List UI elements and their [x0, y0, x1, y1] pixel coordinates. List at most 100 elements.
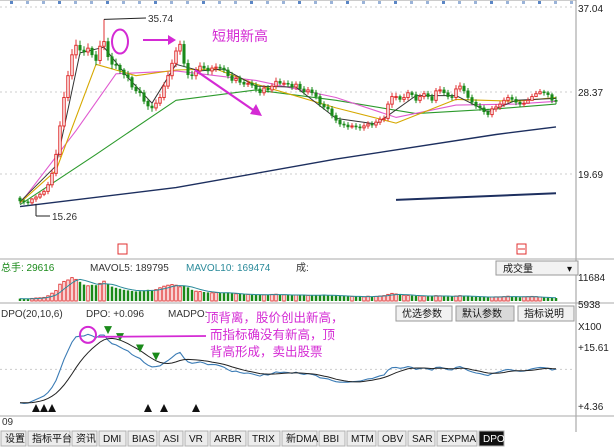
toolbar-marker	[282, 1, 285, 4]
tab-obv[interactable]: OBV	[377, 430, 407, 447]
dpo-button-1[interactable]: 默认参数	[455, 305, 515, 322]
volume-bar	[462, 295, 466, 301]
toolbar-marker	[10, 1, 13, 4]
candle-body	[258, 88, 262, 94]
toolbar-marker	[250, 1, 253, 4]
candle-body	[166, 75, 170, 87]
candle-body	[522, 102, 526, 105]
candle-body	[294, 83, 298, 88]
candle-body	[554, 100, 558, 102]
candle-body	[478, 105, 482, 109]
candle-body	[70, 54, 74, 77]
tab-trix[interactable]: TRIX	[247, 430, 281, 447]
high-circle-annotation	[111, 28, 129, 55]
volume-bar	[410, 295, 414, 301]
dpo-value-label: DPO: +0.096	[86, 309, 145, 320]
volume-bar	[454, 295, 458, 302]
tab-设置[interactable]: 设置	[0, 430, 27, 447]
volume-bar	[154, 289, 158, 302]
volume-bar	[150, 290, 154, 301]
volume-bar	[174, 284, 178, 302]
toolbar-marker	[426, 1, 429, 4]
volume-bar	[70, 277, 74, 302]
candle-body	[346, 124, 350, 128]
tab-label: MTM	[351, 434, 374, 445]
candle-body	[434, 90, 438, 101]
volume-dropdown[interactable]: 成交量 ▾	[495, 260, 579, 276]
toolbar-marker	[74, 1, 77, 4]
candle-body	[402, 96, 406, 100]
tab-mtm[interactable]: MTM	[346, 430, 377, 447]
toolbar-marker	[298, 1, 301, 4]
tab-label: 设置	[5, 433, 25, 445]
price-tick-label: 37.04	[578, 4, 603, 15]
volume-bar	[122, 289, 126, 301]
tab-dmi[interactable]: DMI	[98, 430, 127, 447]
candle-body	[506, 96, 510, 101]
tab-资讯[interactable]: 资讯	[71, 430, 98, 447]
tab-asi[interactable]: ASI	[158, 430, 184, 447]
candle-body	[322, 103, 326, 108]
volume-bar	[478, 297, 482, 301]
candle-body	[446, 92, 450, 97]
candle-body	[162, 85, 166, 98]
dpo-button-group: 优选参数 默认参数 指标说明	[395, 305, 575, 322]
candle-body	[450, 96, 454, 98]
volume-bar	[522, 296, 526, 302]
dpo-button-2[interactable]: 指标说明	[517, 305, 575, 322]
tab-label: EXPMA	[441, 434, 476, 445]
volume-bar	[418, 295, 422, 302]
dpo-button-0[interactable]: 优选参数	[395, 305, 453, 322]
candle-body	[474, 101, 478, 107]
candle-body	[394, 96, 398, 99]
volume-bar	[378, 295, 382, 302]
tab-arbr[interactable]: ARBR	[209, 430, 247, 447]
candle-body	[226, 69, 230, 76]
tab-expma[interactable]: EXPMA	[436, 430, 478, 447]
divergence-annotation-line: 顶背离，股价创出新高，	[206, 310, 344, 325]
toolbar-marker	[202, 1, 205, 4]
candle-body	[246, 82, 250, 85]
annotation-arrow-head	[168, 35, 176, 45]
volume-bar	[278, 294, 282, 301]
tab-bbi[interactable]: BBI	[318, 430, 346, 447]
volume-bar	[282, 294, 286, 302]
divergence-annotation: 顶背离，股价创出新高， 而指标确没有新高，顶背高形成，卖出股票	[206, 310, 344, 359]
event-marker	[117, 243, 128, 255]
tab-label: DMI	[103, 434, 121, 445]
toolbar-marker	[138, 1, 141, 4]
tab-bias[interactable]: BIAS	[127, 430, 158, 447]
tab-sar[interactable]: SAR	[407, 430, 436, 447]
candle-body	[242, 82, 246, 85]
tab-指标平台[interactable]: 指标平台	[27, 430, 72, 447]
toolbar-marker	[26, 1, 29, 4]
candle-body	[58, 125, 62, 155]
dpo-button-label: 指标说明	[524, 307, 564, 320]
price-tick-label: 28.37	[578, 88, 603, 99]
volume-bar	[178, 286, 182, 302]
tab-新dma[interactable]: 新DMA	[281, 430, 319, 447]
buy-arrow-icon	[192, 404, 200, 412]
candle-body	[326, 106, 330, 110]
volume-tick-label: 11684	[578, 273, 606, 284]
tab-vr[interactable]: VR	[184, 430, 209, 447]
toolbar-marker	[570, 1, 573, 4]
candle-body	[154, 102, 158, 109]
candle-body	[106, 41, 110, 58]
toolbar-marker	[410, 1, 413, 4]
candle-body	[390, 96, 394, 105]
mavol10-label: MAVOL10: 169474	[186, 263, 271, 274]
volume-bar	[370, 296, 374, 301]
volume-bar	[250, 294, 254, 301]
buy-arrow-icon	[48, 404, 56, 412]
candle-body	[26, 201, 30, 204]
candle-body	[334, 115, 338, 121]
volume-bar	[470, 296, 474, 301]
dpo-annotation-arrow	[97, 335, 207, 338]
candle-body	[342, 123, 346, 126]
candle-body	[62, 96, 66, 127]
candle-body	[178, 43, 182, 52]
volume-bar	[198, 291, 202, 302]
tab-dpo[interactable]: DPO	[478, 430, 505, 447]
candle-body	[462, 85, 466, 92]
